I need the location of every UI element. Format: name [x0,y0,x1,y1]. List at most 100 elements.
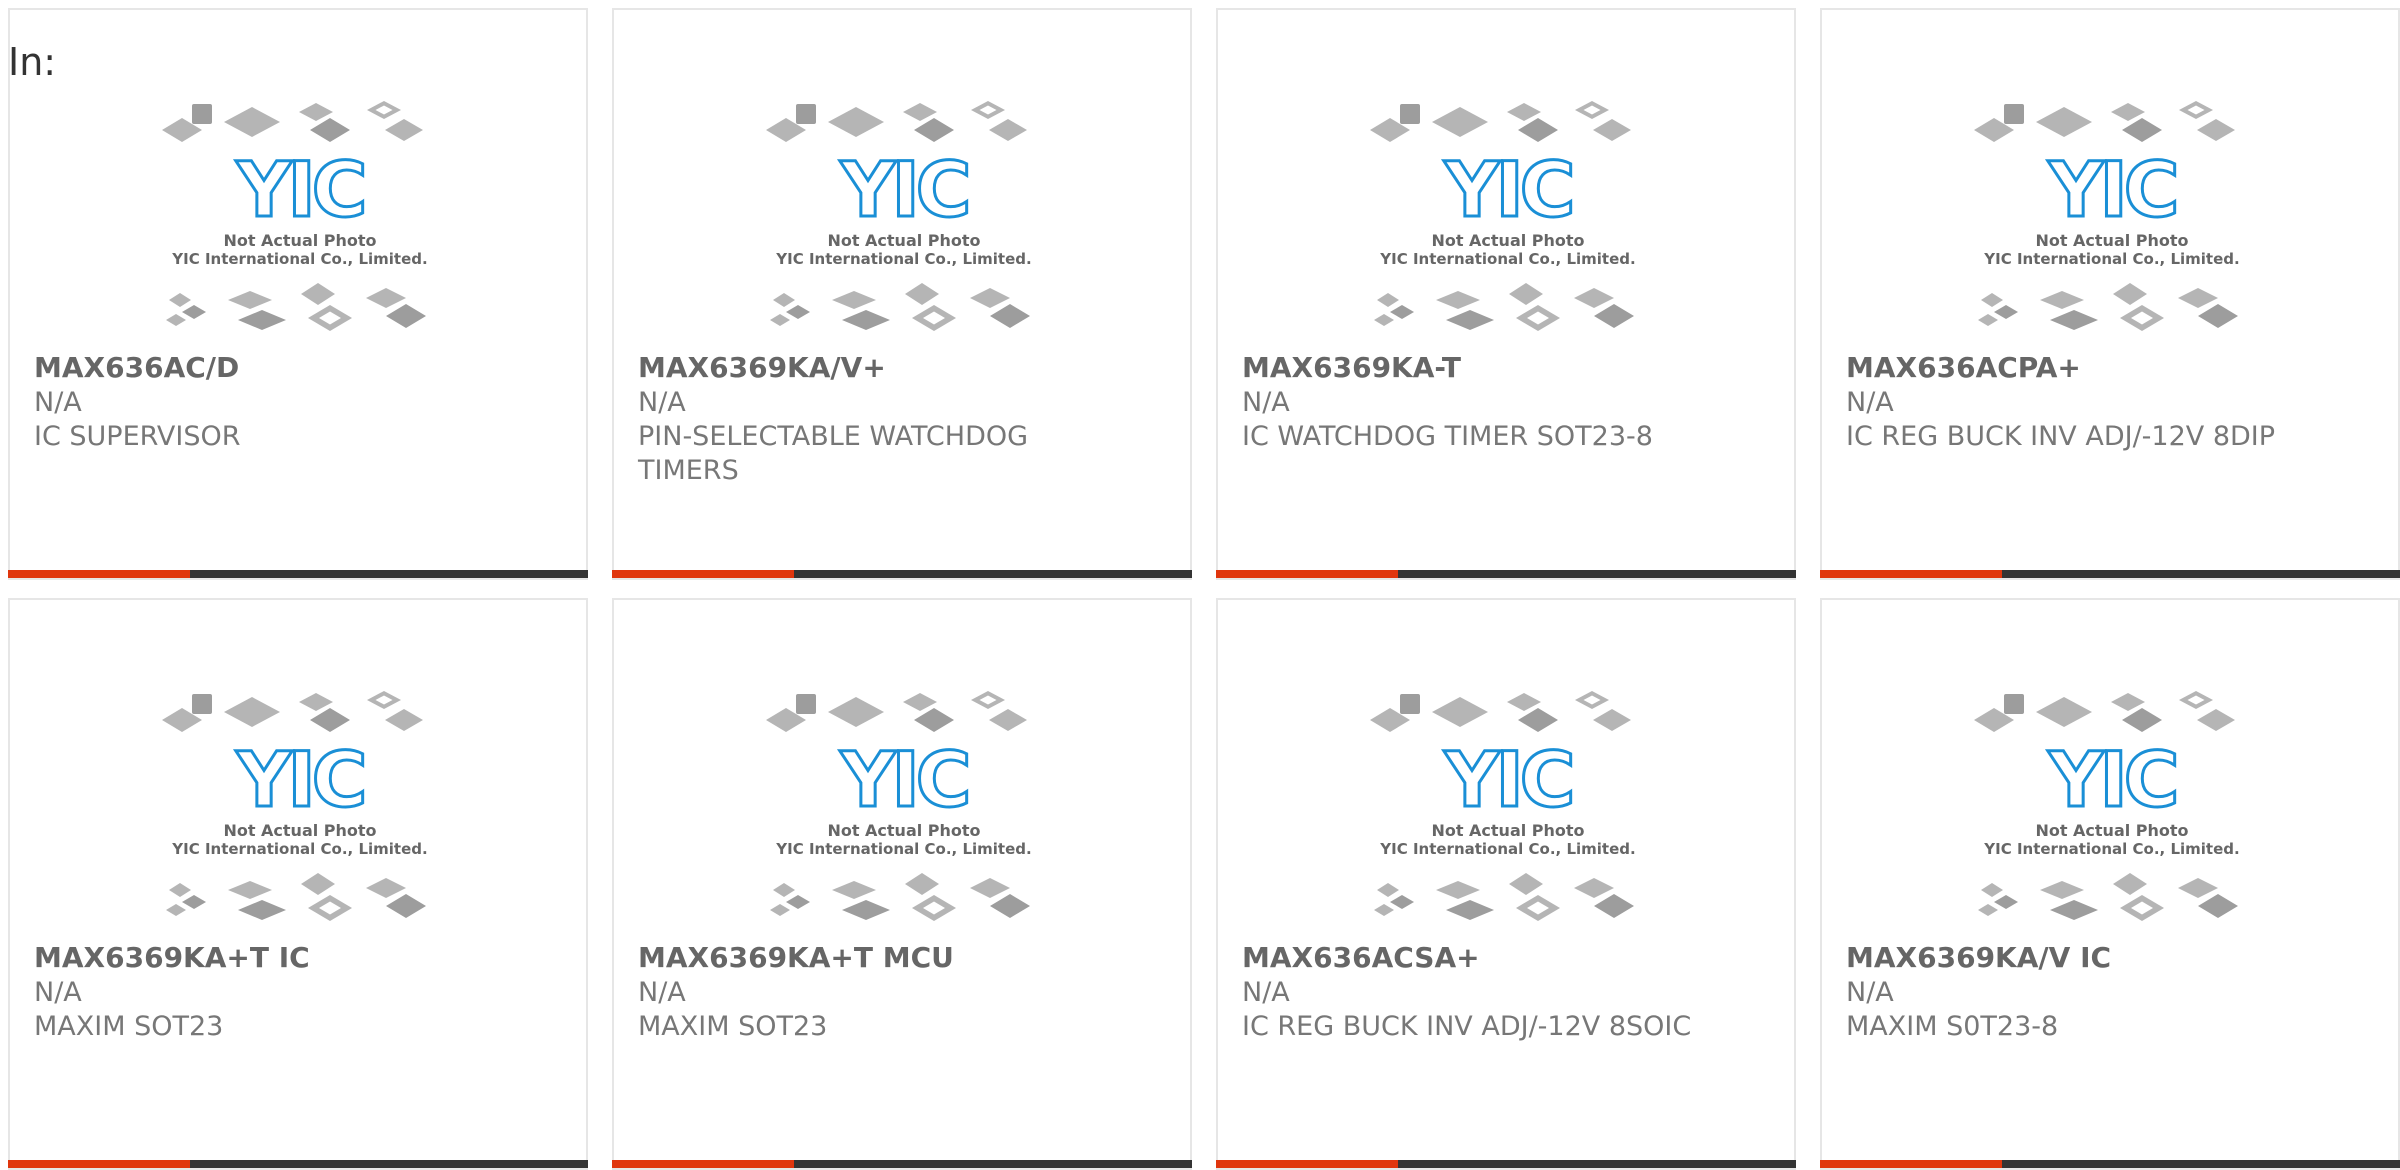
description: IC REG BUCK INV ADJ/-12V 8SOIC [1242,1011,1692,1042]
description: MAXIM SOT23 [638,1011,828,1042]
not-actual-photo-placeholder: YICNot Actual PhotoYIC International Co.… [766,691,1032,921]
yic-logo: YIC [839,145,967,234]
not-actual-photo-placeholder: YICNot Actual PhotoYIC International Co.… [1370,691,1636,921]
product-image[interactable]: YIC Not Actual Photo YIC International Co.… [764,684,1044,944]
card-accent-bar [612,570,794,578]
component-chips-icon [1978,873,2238,921]
description: IC SUPERVISOR [34,421,241,452]
component-chips-icon [766,101,1027,142]
card-bottom-bar [1820,1160,2400,1168]
not-actual-photo-placeholder: YICNot Actual PhotoYIC International Co.… [766,101,1032,331]
yic-logo: YIC [2047,145,2175,234]
component-chips-icon [1370,691,1631,732]
description: MAXIM S0T23-8 [1846,1011,2059,1042]
not-actual-photo-text: Not Actual Photo [2035,821,2188,840]
not-actual-photo-text: Not Actual Photo [1431,231,1584,250]
company-name-text: YIC International Co., Limited. [1379,250,1635,268]
not-actual-photo-text: Not Actual Photo [223,821,376,840]
component-chips-icon [770,283,1030,331]
part-number[interactable]: MAX6369KA-T [1242,351,1461,385]
card-accent-bar [8,570,190,578]
description: IC WATCHDOG TIMER SOT23-8 [1242,421,1653,452]
part-number[interactable]: MAX6369KA/V IC [1846,941,2111,975]
product-grid: YIC Not Actual Photo YIC International Co.… [0,0,2400,1170]
component-chips-icon [162,101,423,142]
product-image[interactable]: YIC Not Actual Photo YIC International Co.… [764,94,1044,354]
company-name-text: YIC International Co., Limited. [1983,840,2239,858]
not-actual-photo-placeholder: YICNot Actual PhotoYIC International Co.… [162,101,428,331]
product-card[interactable]: YIC Not Actual Photo YIC International Co.… [1216,8,1796,580]
product-card[interactable]: YIC Not Actual Photo YIC International Co.… [8,8,588,580]
component-chips-icon [1370,101,1631,142]
company-name-text: YIC International Co., Limited. [1983,250,2239,268]
part-number[interactable]: MAX6369KA+T IC [34,941,310,975]
product-card[interactable]: YIC Not Actual Photo YIC International Co.… [612,598,1192,1170]
component-chips-icon [1974,691,2235,732]
product-image[interactable]: YIC Not Actual Photo YIC International Co.… [1368,684,1648,944]
manufacturer: N/A [638,977,686,1008]
component-chips-icon [166,873,426,921]
company-name-text: YIC International Co., Limited. [171,840,427,858]
yic-logo: YIC [1443,145,1571,234]
component-chips-icon [162,691,423,732]
not-actual-photo-text: Not Actual Photo [2035,231,2188,250]
manufacturer: N/A [34,387,82,418]
card-accent-bar [1216,570,1398,578]
card-bottom-bar [1820,570,2400,578]
yic-logo: YIC [2047,735,2175,824]
manufacturer: N/A [1242,977,1290,1008]
in-label: In: [8,40,57,84]
product-image[interactable]: YIC Not Actual Photo YIC International Co.… [160,94,440,354]
component-chips-icon [166,283,426,331]
product-card[interactable]: YIC Not Actual Photo YIC International Co.… [612,8,1192,580]
card-accent-bar [612,1160,794,1168]
product-card[interactable]: YIC Not Actual Photo YIC International Co.… [1820,598,2400,1170]
manufacturer: N/A [638,387,686,418]
not-actual-photo-placeholder: YICNot Actual PhotoYIC International Co.… [162,691,428,921]
product-image[interactable]: YIC Not Actual Photo YIC International Co.… [160,684,440,944]
card-accent-bar [1820,570,2002,578]
product-image[interactable]: YIC Not Actual Photo YIC International Co.… [1972,94,2252,354]
company-name-text: YIC International Co., Limited. [775,250,1031,268]
component-chips-icon [1978,283,2238,331]
component-chips-icon [766,691,1027,732]
product-image[interactable]: YIC Not Actual Photo YIC International Co.… [1368,94,1648,354]
part-number[interactable]: MAX636AC/D [34,351,239,385]
part-number[interactable]: MAX6369KA+T MCU [638,941,954,975]
not-actual-photo-text: Not Actual Photo [1431,821,1584,840]
manufacturer: N/A [1242,387,1290,418]
component-chips-icon [770,873,1030,921]
card-bottom-bar [1216,570,1796,578]
component-chips-icon [1374,283,1634,331]
part-number[interactable]: MAX6369KA/V+ [638,351,886,385]
card-accent-bar [8,1160,190,1168]
not-actual-photo-text: Not Actual Photo [827,231,980,250]
product-card[interactable]: YIC Not Actual Photo YIC International Co.… [1216,598,1796,1170]
component-chips-icon [1374,873,1634,921]
card-accent-bar [1820,1160,2002,1168]
not-actual-photo-placeholder: YICNot Actual PhotoYIC International Co.… [1974,101,2240,331]
part-number[interactable]: MAX636ACSA+ [1242,941,1480,975]
part-number[interactable]: MAX636ACPA+ [1846,351,2081,385]
not-actual-photo-text: Not Actual Photo [827,821,980,840]
yic-logo: YIC [235,735,363,824]
card-bottom-bar [8,570,588,578]
manufacturer: N/A [34,977,82,1008]
product-card[interactable]: YIC Not Actual Photo YIC International Co.… [1820,8,2400,580]
product-card[interactable]: YIC Not Actual Photo YIC International Co.… [8,598,588,1170]
description: PIN-SELECTABLE WATCHDOG TIMERS [638,421,1029,486]
manufacturer: N/A [1846,977,1894,1008]
card-bottom-bar [1216,1160,1796,1168]
yic-logo: YIC [1443,735,1571,824]
not-actual-photo-placeholder: YICNot Actual PhotoYIC International Co.… [1974,691,2240,921]
company-name-text: YIC International Co., Limited. [775,840,1031,858]
card-bottom-bar [612,570,1192,578]
yic-logo: YIC [839,735,967,824]
card-bottom-bar [612,1160,1192,1168]
component-chips-icon [1974,101,2235,142]
card-bottom-bar [8,1160,588,1168]
product-image[interactable]: YIC Not Actual Photo YIC International Co.… [1972,684,2252,944]
company-name-text: YIC International Co., Limited. [1379,840,1635,858]
company-name-text: YIC International Co., Limited. [171,250,427,268]
description: MAXIM SOT23 [34,1011,224,1042]
